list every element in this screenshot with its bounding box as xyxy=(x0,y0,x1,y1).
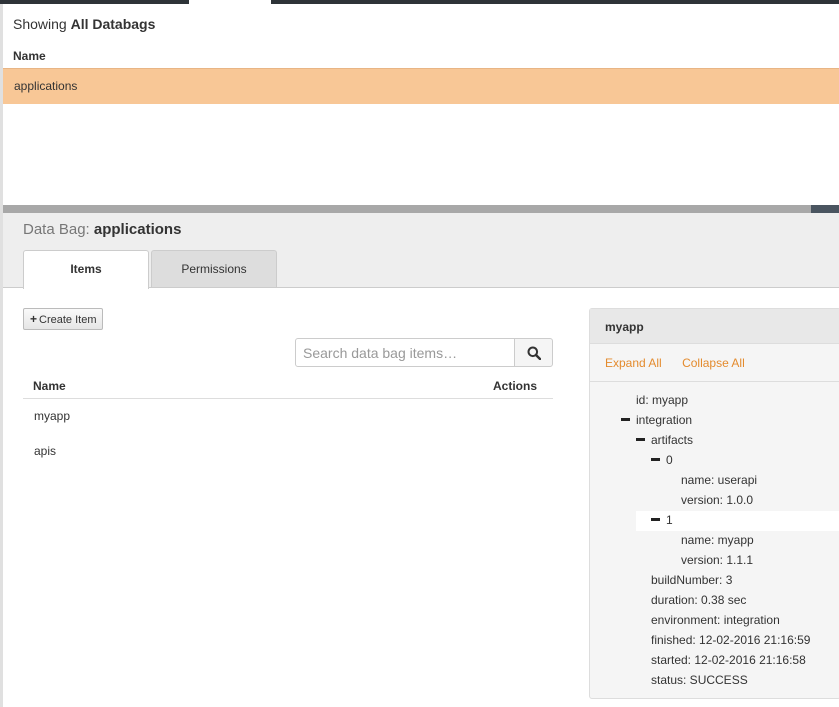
tree-node-integration-label: integration xyxy=(636,413,693,427)
search-icon xyxy=(527,346,541,360)
search-input[interactable] xyxy=(295,338,515,367)
left-edge xyxy=(0,4,3,204)
left-edge-lower xyxy=(0,204,3,707)
plus-icon: + xyxy=(30,312,38,326)
databag-list-header-name: Name xyxy=(13,49,46,63)
collapse-minus-icon[interactable] xyxy=(651,518,660,522)
split-pane-handle[interactable] xyxy=(811,205,839,213)
showing-filter: All Databags xyxy=(70,16,156,32)
databag-title-label: Data Bag: xyxy=(23,221,90,238)
databag-list-row[interactable]: applications xyxy=(3,68,839,104)
tree-controls-divider xyxy=(590,381,839,382)
split-pane-divider[interactable] xyxy=(3,205,811,213)
tree-leaf-version: version: 1.0.0 xyxy=(681,493,754,507)
tree-leaf-name: name: userapi xyxy=(681,473,758,487)
collapse-minus-icon[interactable] xyxy=(621,418,630,422)
tree-leaf-environment: environment: integration xyxy=(651,613,780,627)
tree-node-artifacts-label: artifacts xyxy=(651,433,694,447)
tree-node-0-label: 0 xyxy=(666,453,673,467)
tree-node-0[interactable]: 0 xyxy=(651,453,673,467)
tree-leaf-duration: duration: 0.38 sec xyxy=(651,593,747,607)
tab-active-gap xyxy=(24,287,148,288)
items-column-actions: Actions xyxy=(493,379,538,393)
create-item-button[interactable]: + Create Item xyxy=(23,308,103,330)
search-button[interactable] xyxy=(514,338,553,367)
tree-node-1-label: 1 xyxy=(666,513,673,527)
collapse-minus-icon[interactable] xyxy=(651,458,660,462)
nav-strip-right xyxy=(271,0,839,4)
item-detail-panel: myapp Expand All Collapse All id: myapp … xyxy=(589,308,839,699)
databag-title: Data Bag: applications xyxy=(23,221,181,238)
create-item-label: Create Item xyxy=(39,314,97,326)
collapse-all-link[interactable]: Collapse All xyxy=(682,356,745,370)
showing-prefix: Showing xyxy=(13,16,67,32)
databag-list-row-label: applications xyxy=(14,79,78,93)
tree-node-artifacts[interactable]: artifacts xyxy=(636,433,693,447)
tree-leaf-version: version: 1.1.1 xyxy=(681,553,754,567)
items-column-name: Name xyxy=(33,379,66,393)
tree-leaf-status: status: SUCCESS xyxy=(651,673,748,687)
collapse-minus-icon[interactable] xyxy=(636,438,645,442)
items-header-divider xyxy=(23,398,553,399)
item-row-apis[interactable]: apis xyxy=(34,444,56,458)
tree-leaf-buildnumber: buildNumber: 3 xyxy=(651,573,733,587)
tab-permissions[interactable]: Permissions xyxy=(151,250,277,288)
tree-node-id: id: myapp xyxy=(636,393,689,407)
detail-panel-header: myapp xyxy=(590,309,839,344)
item-row-myapp[interactable]: myapp xyxy=(34,409,70,423)
tree-node-integration[interactable]: integration xyxy=(621,413,692,427)
tree-leaf-finished: finished: 12-02-2016 21:16:59 xyxy=(651,633,811,647)
tab-items[interactable]: Items xyxy=(23,250,149,289)
expand-all-link[interactable]: Expand All xyxy=(605,356,662,370)
tree-node-1[interactable]: 1 xyxy=(651,513,673,527)
tree-leaf-name: name: myapp xyxy=(681,533,754,547)
databag-title-name: applications xyxy=(93,221,182,238)
tree-controls: Expand All Collapse All xyxy=(605,356,762,370)
nav-strip-left xyxy=(0,0,189,4)
detail-panel-title: myapp xyxy=(605,320,644,334)
showing-label: Showing All Databags xyxy=(13,16,155,32)
top-nav-strip xyxy=(0,0,839,4)
tree-leaf-started: started: 12-02-2016 21:16:58 xyxy=(651,653,806,667)
